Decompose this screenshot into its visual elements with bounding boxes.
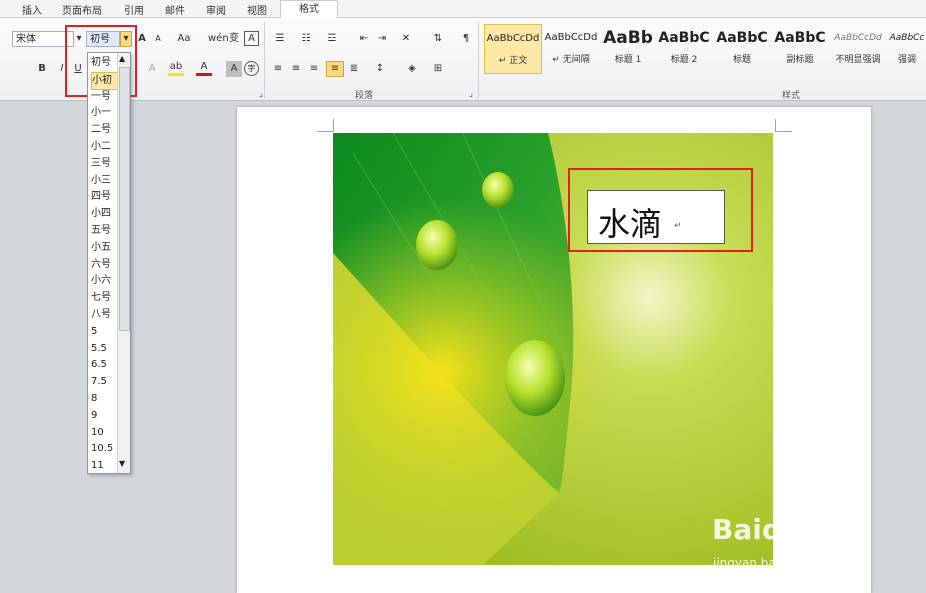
group-divider xyxy=(478,22,479,98)
font-size-option[interactable]: 小六 xyxy=(91,273,117,289)
watermark-brand: Baidu 经验 xyxy=(712,513,868,546)
watermark-url: jingyan.baidu.com xyxy=(713,556,824,570)
paragraph-group-label: 段落 xyxy=(355,91,374,101)
ribbon-tab-strip: 插入 页面布局 引用 邮件 审阅 视图 格式 xyxy=(0,0,926,18)
style-heading-1[interactable]: AaBb 标题 1 xyxy=(602,24,654,74)
show-marks-icon[interactable]: ¶ xyxy=(458,31,474,47)
distribute-icon[interactable]: ≣ xyxy=(346,61,362,77)
decrease-indent-icon[interactable]: ⇤ xyxy=(356,31,372,47)
font-size-option[interactable]: 9 xyxy=(91,408,117,424)
line-spacing-icon[interactable]: ↕ xyxy=(372,61,388,77)
multilevel-list-icon[interactable]: ☲ xyxy=(324,31,340,47)
highlight-frame-textbox xyxy=(568,168,753,252)
font-size-option[interactable]: 小初 xyxy=(91,71,119,90)
tab-mailings[interactable]: 邮件 xyxy=(165,2,185,17)
font-size-option[interactable]: 初号 xyxy=(91,55,117,71)
font-size-option[interactable]: 8 xyxy=(91,391,117,407)
ribbon: 宋体 ▾ 初号 ▾ A A Aa wén 变 A B I U A ab A A … xyxy=(0,18,926,101)
font-size-option[interactable]: 八号 xyxy=(91,307,117,323)
align-right-icon[interactable]: ≡ xyxy=(306,61,322,77)
margin-corner-mark xyxy=(317,119,334,132)
font-size-option[interactable]: 小二 xyxy=(91,139,117,155)
tab-view[interactable]: 视图 xyxy=(247,2,267,17)
shrink-font-icon[interactable]: A xyxy=(150,31,166,47)
shading-icon[interactable]: ◈ xyxy=(404,61,420,77)
style-emphasis[interactable]: AaBbCc 强调 xyxy=(888,24,926,74)
phonetic-guide-icon[interactable]: wén xyxy=(208,31,229,47)
font-size-option[interactable]: 四号 xyxy=(91,189,117,205)
font-size-option[interactable]: 5 xyxy=(91,324,117,340)
scrollbar-thumb[interactable] xyxy=(119,67,130,331)
style-no-spacing[interactable]: AaBbCcDd ↵ 无间隔 xyxy=(543,24,599,74)
font-size-option[interactable]: 七号 xyxy=(91,290,117,306)
font-size-option[interactable]: 7.5 xyxy=(91,374,117,390)
font-color-icon[interactable]: A xyxy=(196,61,212,76)
font-size-dropdown-list[interactable]: 初号 小初 一号 小一 二号 小二 三号 小三 四号 小四 五号 小五 六号 小六 七号 八号 5 5.5 6.5 7… xyxy=(87,52,131,474)
font-size-option[interactable]: 11 xyxy=(91,458,117,474)
font-size-option[interactable]: 一号 xyxy=(91,89,117,105)
justify-icon[interactable]: ≡ xyxy=(326,61,344,77)
font-size-option[interactable]: 6.5 xyxy=(91,357,117,373)
font-size-option[interactable]: 五号 xyxy=(91,223,117,239)
style-subtle-emphasis[interactable]: AaBbCcDd 不明显强调 xyxy=(830,24,886,74)
style-subtitle[interactable]: AaBbC 副标题 xyxy=(774,24,826,74)
tab-review[interactable]: 审阅 xyxy=(206,2,226,17)
style-normal[interactable]: AaBbCcDd ↵ 正文 xyxy=(484,24,542,74)
styles-group-label: 样式 xyxy=(782,91,801,101)
tab-insert[interactable]: 插入 xyxy=(22,2,42,17)
font-size-option[interactable]: 小四 xyxy=(91,206,117,222)
tab-page-layout[interactable]: 页面布局 xyxy=(62,2,102,17)
style-title[interactable]: AaBbC 标题 xyxy=(716,24,768,74)
font-family-value: 宋体 xyxy=(16,34,36,45)
font-launcher-icon[interactable]: ⌟ xyxy=(253,86,269,102)
font-size-option[interactable]: 二号 xyxy=(91,122,117,138)
paragraph-launcher-icon[interactable]: ⌟ xyxy=(463,86,479,102)
font-size-option[interactable]: 小三 xyxy=(91,173,117,189)
margin-corner-mark xyxy=(775,119,792,132)
numbering-icon[interactable]: ☷ xyxy=(298,31,314,47)
change-case-icon[interactable]: Aa xyxy=(174,31,194,47)
font-size-option[interactable]: 三号 xyxy=(91,156,117,172)
font-size-option[interactable]: 小一 xyxy=(91,105,117,121)
char-border-icon[interactable]: A xyxy=(244,31,259,46)
enclose-char-icon[interactable]: 字 xyxy=(244,61,259,76)
tab-references[interactable]: 引用 xyxy=(124,2,144,17)
bullets-icon[interactable]: ☰ xyxy=(272,31,288,47)
tab-format[interactable]: 格式 xyxy=(280,0,338,18)
scroll-up-icon[interactable]: ▲ xyxy=(119,54,125,63)
style-heading-2[interactable]: AaBbC 标题 2 xyxy=(658,24,710,74)
align-center-icon[interactable]: ≡ xyxy=(288,61,304,77)
font-size-option[interactable]: 10 xyxy=(91,425,117,441)
font-size-option[interactable]: 10.5 xyxy=(91,441,117,457)
chinese-layout-icon[interactable]: ✕ xyxy=(398,31,414,47)
align-left-icon[interactable]: ≡ xyxy=(270,61,286,77)
text-effect-icon[interactable]: A xyxy=(144,61,160,77)
borders-icon[interactable]: ⊞ xyxy=(430,61,446,77)
sort-icon[interactable]: ⇅ xyxy=(430,31,446,47)
increase-indent-icon[interactable]: ⇥ xyxy=(374,31,390,47)
font-size-option[interactable]: 5.5 xyxy=(91,341,117,357)
font-size-option[interactable]: 小五 xyxy=(91,240,117,256)
bold-button[interactable]: B xyxy=(34,61,50,77)
font-size-option[interactable]: 六号 xyxy=(91,257,117,273)
highlight-icon[interactable]: ab xyxy=(168,61,184,76)
scroll-down-icon[interactable]: ▼ xyxy=(119,459,125,468)
scrollbar[interactable]: ▲ ▼ xyxy=(117,53,130,473)
clear-format-icon[interactable]: 变 xyxy=(226,31,242,47)
char-shading-icon[interactable]: A xyxy=(226,61,242,77)
